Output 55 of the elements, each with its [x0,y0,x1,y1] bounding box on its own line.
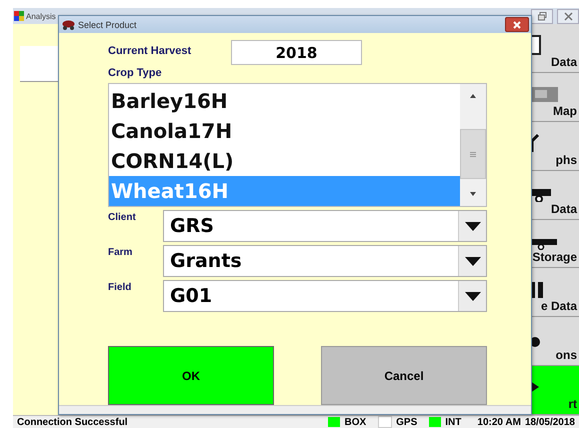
dropdown-arrow-icon [464,292,480,301]
restore-button[interactable] [531,8,553,24]
scroll-up-icon[interactable] [470,94,476,98]
close-button[interactable] [505,17,529,32]
sidebar-button[interactable]: Data [529,170,579,220]
dropdown[interactable]: G01 [163,280,487,312]
close-button[interactable] [557,8,579,24]
crop-item[interactable]: Canola17H [109,116,460,146]
sidebar-label: Map [553,104,577,118]
close-icon [513,20,521,29]
field-label: Client [108,211,137,224]
dropdown[interactable]: GRS [163,210,487,242]
indicator-label: GPS [396,416,418,428]
side-panel [20,46,58,82]
sidebar-label: phs [556,152,577,167]
field-label: Crop Type [108,67,163,80]
status-date: 18/05/2018 [524,416,575,428]
indicator-label: INT [445,416,462,428]
sidebar-label: Data [550,202,577,216]
sidebar-button[interactable]: Map [529,72,579,122]
harvest-field[interactable]: 2018 [231,40,362,66]
status-time: 10:20 AM [477,416,521,428]
close-icon [564,12,572,20]
window-title: Analysis [26,12,56,20]
sidebar-button[interactable]: rt [529,366,579,415]
indicator-label: BOX [344,416,366,428]
scrollbar[interactable] [460,84,486,206]
scroll-down-icon[interactable] [470,192,476,196]
dropdown[interactable]: Grants [163,245,487,278]
field-label: Farm [108,246,134,258]
sidebar-label: ons [556,348,577,362]
sidebar-label: Storage [532,250,577,264]
status-message: Connection Successful [17,416,128,428]
sidebar-button[interactable]: Data [529,24,579,73]
dropdown-arrow-icon [464,256,480,266]
sidebar-button[interactable]: ons [529,317,579,366]
sidebar-label: Data [550,54,577,69]
ok-button[interactable]: OK [108,346,274,406]
field-label: Current Harvest [108,44,192,57]
field-label: Field [108,281,132,294]
grip-icon [470,152,476,157]
tractor-icon [62,20,75,30]
sidebar-button[interactable]: e Data [529,268,579,318]
app-logo-icon [14,11,24,21]
dialog-title: Select Product [78,20,137,30]
crop-item[interactable]: Barley16H [109,86,460,116]
graph-icon [529,132,540,153]
restore-icon [538,12,546,20]
sidebar-button[interactable]: phs [529,122,579,171]
sidebar-label: rt [568,397,577,411]
sidebar-label: e Data [540,299,577,314]
dropdown-arrow-icon [464,222,480,231]
cancel-button[interactable]: Cancel [321,346,487,406]
sidebar-button[interactable]: Storage [529,220,579,268]
crop-item[interactable]: CORN14(L) [109,146,460,176]
